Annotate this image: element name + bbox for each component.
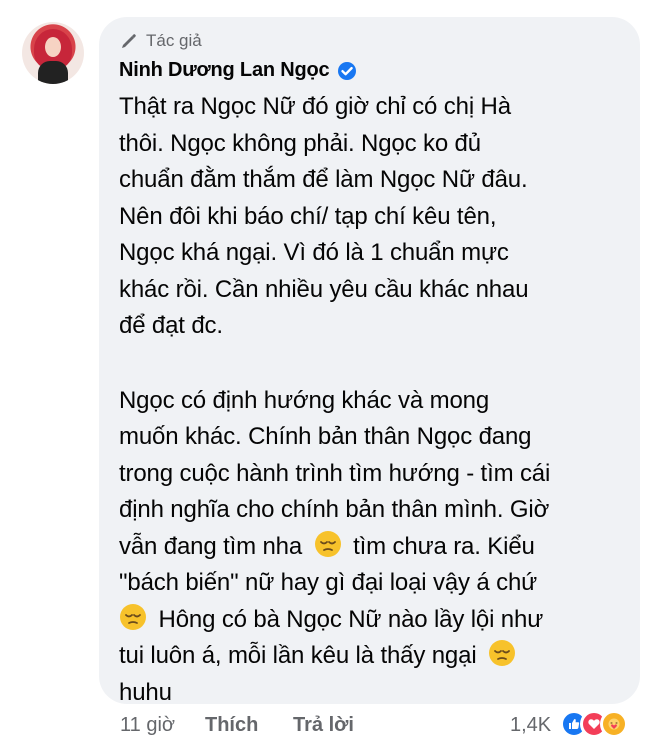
avatar-face: [45, 37, 61, 57]
reply-button[interactable]: Trả lời: [293, 714, 354, 737]
line-14-text: Hông có bà Ngọc Nữ nào lầy lội như: [158, 605, 544, 633]
care-reaction-icon: [600, 710, 628, 738]
paragraph-1-line: khác rồi. Cần nhiều yêu cầu khác nhau: [119, 275, 529, 303]
paragraph-2-line: định nghĩa cho chính bản thân mình. Giờ: [119, 496, 550, 523]
paragraph-1-line: thôi. Ngọc không phải. Ngọc ko đủ: [119, 129, 481, 157]
author-avatar[interactable]: [22, 22, 84, 84]
paragraph-2-line: Ngọc có định hướng khác và mong: [119, 386, 490, 414]
line-15-text: tui luôn á, mỗi lần kêu là thấy ngại: [119, 642, 477, 669]
paragraph-1-line: Nên đôi khi báo chí/ tạp chí kêu tên,: [119, 202, 497, 230]
line-12-start: vẫn đang tìm nha: [119, 532, 303, 560]
paragraph-1-line: chuẩn đằm thắm để làm Ngọc Nữ đâu.: [119, 166, 528, 193]
pensive-face-emoji-icon: [314, 530, 342, 558]
pen-icon: [119, 31, 139, 51]
paragraph-2-line: muốn khác. Chính bản thân Ngọc đang: [119, 423, 532, 450]
comment-time[interactable]: 11 giờ: [120, 714, 175, 737]
avatar-dress: [38, 61, 68, 84]
reaction-summary[interactable]: [560, 710, 638, 744]
paragraph-2-line: "bách biến" nữ hay gì đại loại vậy á chứ: [119, 569, 538, 596]
verified-badge-icon: [337, 61, 357, 81]
author-badge: Tác giả: [119, 31, 202, 51]
comment-bubble: Tác giả Ninh Dương Lan Ngọc Thật ra Ngọc…: [99, 17, 640, 706]
author-name-row: Ninh Dương Lan Ngọc: [119, 59, 357, 82]
pensive-face-emoji-icon: [488, 639, 516, 667]
reaction-count[interactable]: 1,4K: [510, 714, 551, 737]
paragraph-1-line: Ngọc khá ngại. Vì đó là 1 chuẩn mực: [119, 239, 509, 266]
author-badge-label: Tác giả: [146, 31, 202, 50]
author-name[interactable]: Ninh Dương Lan Ngọc: [119, 59, 330, 82]
pensive-face-emoji-icon: [119, 603, 147, 631]
line-12-end: tìm chưa ra. Kiểu: [353, 532, 535, 560]
paragraph-1-line: để đạt đc.: [119, 312, 223, 339]
comment-text: Thật ra Ngọc Nữ đó giờ chỉ có chị Hà thô…: [119, 89, 619, 711]
paragraph-2-line: trong cuộc hành trình tìm hướng - tìm cá…: [119, 459, 551, 487]
paragraph-2-line-with-emoji: vẫn đang tìm nha tìm chưa ra. Kiểu: [119, 529, 619, 566]
like-button[interactable]: Thích: [205, 714, 258, 737]
paragraph-1-line: Thật ra Ngọc Nữ đó giờ chỉ có chị Hà: [119, 93, 511, 120]
paragraph-2-line-with-emoji: Hông có bà Ngọc Nữ nào lầy lội như: [119, 602, 619, 639]
comment-footer: 11 giờ Thích Trả lời 1,4K: [0, 710, 660, 740]
paragraph-2-line: huhu: [119, 678, 172, 706]
paragraph-2-line-with-emoji: tui luôn á, mỗi lần kêu là thấy ngại: [119, 638, 619, 675]
